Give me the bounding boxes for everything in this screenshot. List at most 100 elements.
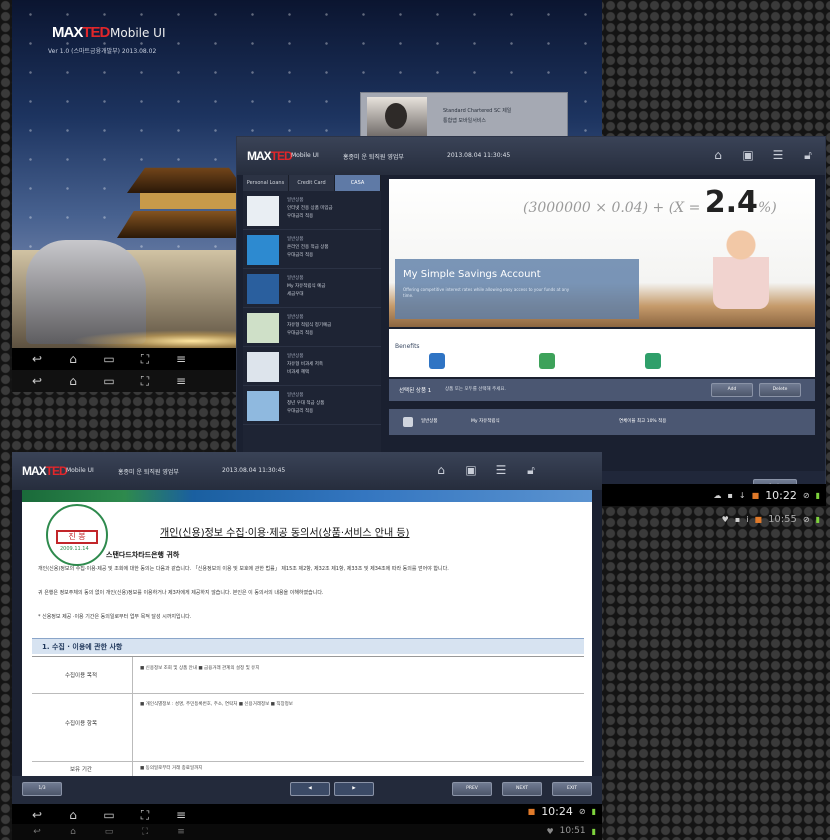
- battery-icon: ▮: [591, 806, 596, 816]
- app-logo: MAXTED: [247, 149, 293, 163]
- document-title: 개인(신용)정보 수집·이용·제공 동의서(상품·서비스 안내 등): [160, 528, 410, 539]
- table-label: 수집이용 항목: [64, 721, 98, 727]
- tab-credit-card[interactable]: Credit Card: [289, 175, 335, 191]
- app-version: Ver 1.0 (스마트금융개발부) 2013.08.02: [48, 48, 157, 55]
- top-bar: MAXTED Mobile UI 홍종미 운 퇴직원 영업부 2013.08.0…: [237, 137, 825, 175]
- top-bar: MAXTED Mobile UI 홍종미 운 퇴직원 영업부 2013.08.0…: [12, 452, 602, 490]
- banner-description: Offering competitive interest rates whil…: [403, 287, 570, 298]
- lock-icon[interactable]: 🔓︎: [801, 148, 815, 163]
- info-icon: i: [746, 514, 749, 524]
- clock: 10:24: [541, 804, 573, 818]
- table-cell: ■ 신용정보 조회 및 상품 안내 ■ 금융거래 관계의 설정 및 유지: [140, 666, 260, 671]
- battery-icon: ▮: [815, 490, 820, 500]
- calculator-icon[interactable]: ▣: [464, 463, 478, 478]
- alarm-icon: ⊘: [802, 514, 810, 524]
- list-item[interactable]: 일반상품 온라인 전용 적금 상품 우대금리 적용: [243, 230, 381, 269]
- document-addressee: 스탠다드차타드은행 귀하: [106, 551, 180, 559]
- recent-apps-icon[interactable]: ▭: [98, 808, 120, 822]
- person-icon: [429, 353, 445, 369]
- list-item[interactable]: 일반상품 인터넷 전용 상품 미입금 우대금리 적용: [243, 191, 381, 230]
- screenshot-icon[interactable]: ⛶: [134, 808, 156, 822]
- home-screen: MAXTED Mobile UI 홍종미 운 퇴직원 영업부 2013.08.0…: [236, 136, 826, 506]
- prev-page-button[interactable]: ◀: [290, 782, 330, 796]
- seal-stamp: 진 봉: [56, 530, 98, 544]
- back-icon[interactable]: ↩: [26, 352, 48, 366]
- next-page-button[interactable]: ▶: [334, 782, 374, 796]
- back-icon[interactable]: ↩: [26, 374, 48, 388]
- profile-card: Standard Chartered SC 제일 통합앱 모바일서비스: [360, 92, 568, 140]
- download-icon: ↓: [738, 490, 746, 500]
- card-line2: 통합앱 모바일서비스: [443, 118, 486, 124]
- date-time: 2013.08.04 11:30:45: [447, 152, 511, 159]
- tab-personal-loans[interactable]: Personal Loans: [243, 175, 289, 191]
- benefits-label: Benefits: [395, 343, 420, 350]
- list-item[interactable]: 일반상품 자유형 비과세 저축 비과세 혜택: [243, 347, 381, 386]
- heart-icon: ♥: [546, 826, 554, 836]
- user-info: 홍종미 운 퇴직원 영업부: [118, 469, 179, 476]
- screenshot-icon[interactable]: ⛶: [134, 352, 156, 366]
- list-item[interactable]: 일반상품 자유형 적립식 정기예금 우대금리 적용: [243, 308, 381, 347]
- product-tabs: Personal Loans Credit Card CASA: [243, 175, 381, 191]
- clock: 10:51: [559, 826, 586, 836]
- palace-roof-upper: [127, 167, 247, 193]
- status-bar: ■ 10:24 ⊘ ▮: [450, 800, 602, 822]
- home-icon[interactable]: ⌂: [62, 374, 84, 388]
- image-icon: ▪: [734, 514, 741, 524]
- home-icon[interactable]: ⌂: [711, 148, 725, 163]
- app-logo: MAXTED: [22, 464, 68, 478]
- status-bar: ☁ ▪ ↓ ■ 10:22 ⊘ ▮: [600, 484, 826, 506]
- next-button[interactable]: NEXT: [502, 782, 542, 796]
- list-icon[interactable]: ☰: [771, 148, 785, 163]
- recent-apps-icon[interactable]: ▭: [98, 374, 120, 388]
- app-name: Mobile UI: [291, 152, 319, 159]
- user-info: 홍종미 운 퇴직원 영업부: [343, 154, 404, 161]
- document-paragraph: 개인(신용)정보의 수집·이용·제공 및 조회에 대한 동의는 다음과 같습니다…: [38, 566, 449, 572]
- product-thumbnail: [247, 313, 279, 343]
- banner-photo: [713, 229, 769, 309]
- product-thumbnail: [247, 235, 279, 265]
- document-header-stripe: [22, 490, 592, 502]
- consent-document[interactable]: 진 봉 2009.11.14 개인(신용)정보 수집·이용·제공 동의서(상품·…: [22, 490, 592, 777]
- checkbox-icon[interactable]: [403, 417, 413, 427]
- list-item[interactable]: 일반상품 My 자유적립식 예금 세금우대: [243, 269, 381, 308]
- recent-apps-icon[interactable]: ▭: [98, 352, 120, 366]
- app-notification-icon: ■: [751, 490, 760, 500]
- home-icon[interactable]: ⌂: [434, 463, 448, 478]
- date-time: 2013.08.04 11:30:45: [222, 467, 286, 474]
- exit-button[interactable]: EXIT: [552, 782, 592, 796]
- promo-banner[interactable]: (3000000 × 0.04) + (X = 2.4%) My Simple …: [389, 179, 815, 327]
- list-icon[interactable]: ☰: [494, 463, 508, 478]
- screenshot-icon[interactable]: ⛶: [134, 374, 156, 388]
- section-header: 1. 수집 · 이용에 관한 사항: [32, 638, 584, 654]
- table-label: 보유 기간: [70, 767, 92, 773]
- add-button[interactable]: Add: [711, 383, 753, 397]
- delete-button[interactable]: Delete: [759, 383, 801, 397]
- benefits-section: Benefits: [389, 329, 815, 377]
- approval-seal: 진 봉 2009.11.14: [46, 504, 108, 566]
- document-paragraph: * 신용정보 제공 ·이용 기간은 동의일로부터 업무 목적 달성 시까지입니다…: [38, 614, 192, 620]
- product-thumbnail: [247, 391, 279, 421]
- menu-icon[interactable]: ≡: [170, 374, 192, 388]
- table-cell: ■ 개인식별정보 : 성명, 주민등록번호, 주소, 연락처 ■ 신용거래정보 …: [140, 702, 293, 707]
- menu-icon[interactable]: ≡: [170, 808, 192, 822]
- menu-icon[interactable]: ≡: [170, 352, 192, 366]
- consent-document-screen: MAXTED Mobile UI 홍종미 운 퇴직원 영업부 2013.08.0…: [12, 452, 602, 804]
- selection-bar: 선택된 상품 1 상품 또는 모두를 선택해 주세요. Add Delete: [389, 379, 815, 401]
- list-item[interactable]: 일반상품 청년 우대 적금 상품 우대금리 적용: [243, 386, 381, 425]
- selected-product-row[interactable]: 일반상품 My 자유적립식 연체이율 최고 10% 적용: [389, 409, 815, 435]
- screenshot-icon: ⛶: [141, 827, 149, 837]
- recent-apps-icon: ▭: [104, 827, 114, 837]
- app-logo: MAXTED: [52, 24, 110, 41]
- tab-casa[interactable]: CASA: [335, 175, 381, 191]
- lock-icon[interactable]: 🔓︎: [524, 463, 538, 478]
- status-bar-reflection: ♥ ▪ i ■ 10:55 ⊘ ▮: [600, 508, 826, 530]
- prev-button[interactable]: PREV: [452, 782, 492, 796]
- home-icon[interactable]: ⌂: [62, 808, 84, 822]
- product-thumbnail: [247, 274, 279, 304]
- calculator-icon[interactable]: ▣: [741, 148, 755, 163]
- home-icon[interactable]: ⌂: [62, 352, 84, 366]
- table-label: 수집이용 목적: [64, 673, 98, 679]
- banner-title: My Simple Savings Account: [403, 269, 541, 280]
- back-icon[interactable]: ↩: [26, 808, 48, 822]
- app-title: Mobile UI: [110, 26, 166, 40]
